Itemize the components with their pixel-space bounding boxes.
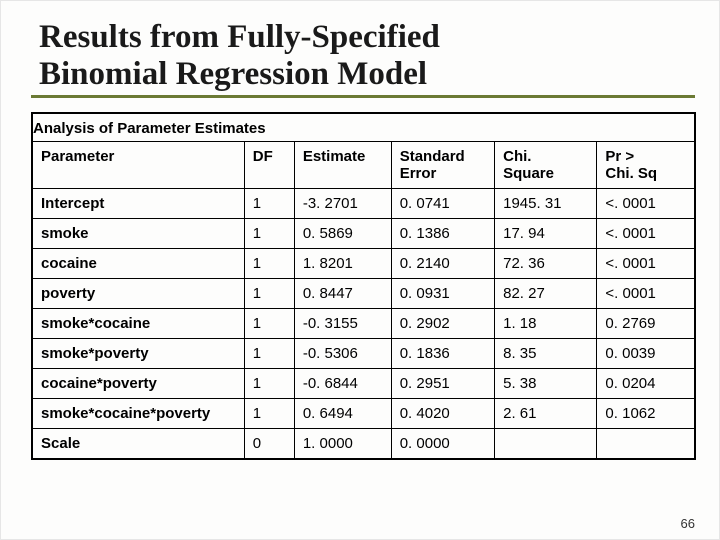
table-cell: 72. 36 (495, 248, 597, 278)
table-cell: 1 (244, 308, 294, 338)
table-header-row: ParameterDFEstimateStandardErrorChi.Squa… (32, 141, 695, 188)
title-line-2: Binomial Regression Model (39, 56, 427, 92)
table-cell: 1 (244, 248, 294, 278)
table-cell: 0. 0204 (597, 368, 695, 398)
table-cell: 0. 0039 (597, 338, 695, 368)
table-cell: 0. 5869 (294, 218, 391, 248)
table-row: smoke*cocaine*poverty10. 64940. 40202. 6… (32, 398, 695, 428)
table-cell: 1. 18 (495, 308, 597, 338)
table-cell: 0. 0000 (391, 428, 494, 459)
table-cell: smoke*poverty (32, 338, 244, 368)
table-cell: <. 0001 (597, 188, 695, 218)
table-cell: 1 (244, 338, 294, 368)
title-underline: Results from Fully-Specified Binomial Re… (31, 19, 695, 98)
table-cell: smoke*cocaine*poverty (32, 398, 244, 428)
table-cell: -0. 6844 (294, 368, 391, 398)
table-cell: 8. 35 (495, 338, 597, 368)
column-header: Chi.Square (495, 141, 597, 188)
table-cell: 1 (244, 218, 294, 248)
table-cell: 1 (244, 188, 294, 218)
table-row: smoke*poverty1-0. 53060. 18368. 350. 003… (32, 338, 695, 368)
table-row: poverty10. 84470. 093182. 27<. 0001 (32, 278, 695, 308)
table-cell: 0. 1062 (597, 398, 695, 428)
table-cell: 0. 1386 (391, 218, 494, 248)
table-cell: -0. 3155 (294, 308, 391, 338)
table-cell: 0. 2769 (597, 308, 695, 338)
table-cell: 82. 27 (495, 278, 597, 308)
table-row: cocaine11. 82010. 214072. 36<. 0001 (32, 248, 695, 278)
table-cell: 0. 0931 (391, 278, 494, 308)
table-cell: 5. 38 (495, 368, 597, 398)
table-cell: 1945. 31 (495, 188, 597, 218)
column-header: Estimate (294, 141, 391, 188)
table-cell (495, 428, 597, 459)
table-cell: poverty (32, 278, 244, 308)
table-cell: Scale (32, 428, 244, 459)
table-row: Intercept1-3. 27010. 07411945. 31<. 0001 (32, 188, 695, 218)
table-cell: 0. 2902 (391, 308, 494, 338)
column-header: DF (244, 141, 294, 188)
table-cell: 17. 94 (495, 218, 597, 248)
page-title: Results from Fully-Specified Binomial Re… (31, 19, 695, 93)
table-cell: 2. 61 (495, 398, 597, 428)
table-cell: smoke (32, 218, 244, 248)
table-cell: <. 0001 (597, 278, 695, 308)
table-cell: cocaine*poverty (32, 368, 244, 398)
table-caption: Analysis of Parameter Estimates (32, 113, 695, 142)
table-cell: smoke*cocaine (32, 308, 244, 338)
table-cell: 0. 6494 (294, 398, 391, 428)
table-cell: 0. 0741 (391, 188, 494, 218)
table-cell: 0. 2140 (391, 248, 494, 278)
table-cell: 1 (244, 368, 294, 398)
table-cell: -0. 5306 (294, 338, 391, 368)
table-cell: 1 (244, 278, 294, 308)
table-cell: 0. 4020 (391, 398, 494, 428)
table-cell: cocaine (32, 248, 244, 278)
table-cell (597, 428, 695, 459)
table-cell: 1 (244, 398, 294, 428)
table-body: Intercept1-3. 27010. 07411945. 31<. 0001… (32, 188, 695, 459)
page-number: 66 (681, 516, 695, 531)
column-header: StandardError (391, 141, 494, 188)
table-row: smoke10. 58690. 138617. 94<. 0001 (32, 218, 695, 248)
table-cell: 0. 2951 (391, 368, 494, 398)
table-cell: 1. 0000 (294, 428, 391, 459)
column-header: Pr >Chi. Sq (597, 141, 695, 188)
table-cell: <. 0001 (597, 218, 695, 248)
parameter-estimates-table: Analysis of Parameter Estimates Paramete… (31, 112, 696, 460)
table-cell: 0 (244, 428, 294, 459)
column-header: Parameter (32, 141, 244, 188)
table-cell: -3. 2701 (294, 188, 391, 218)
table-cell: 1. 8201 (294, 248, 391, 278)
table-row: cocaine*poverty1-0. 68440. 29515. 380. 0… (32, 368, 695, 398)
title-line-1: Results from Fully-Specified (39, 19, 440, 55)
table-cell: Intercept (32, 188, 244, 218)
table-cell: 0. 1836 (391, 338, 494, 368)
table-cell: 0. 8447 (294, 278, 391, 308)
table-row: smoke*cocaine1-0. 31550. 29021. 180. 276… (32, 308, 695, 338)
table-cell: <. 0001 (597, 248, 695, 278)
table-row: Scale01. 00000. 0000 (32, 428, 695, 459)
